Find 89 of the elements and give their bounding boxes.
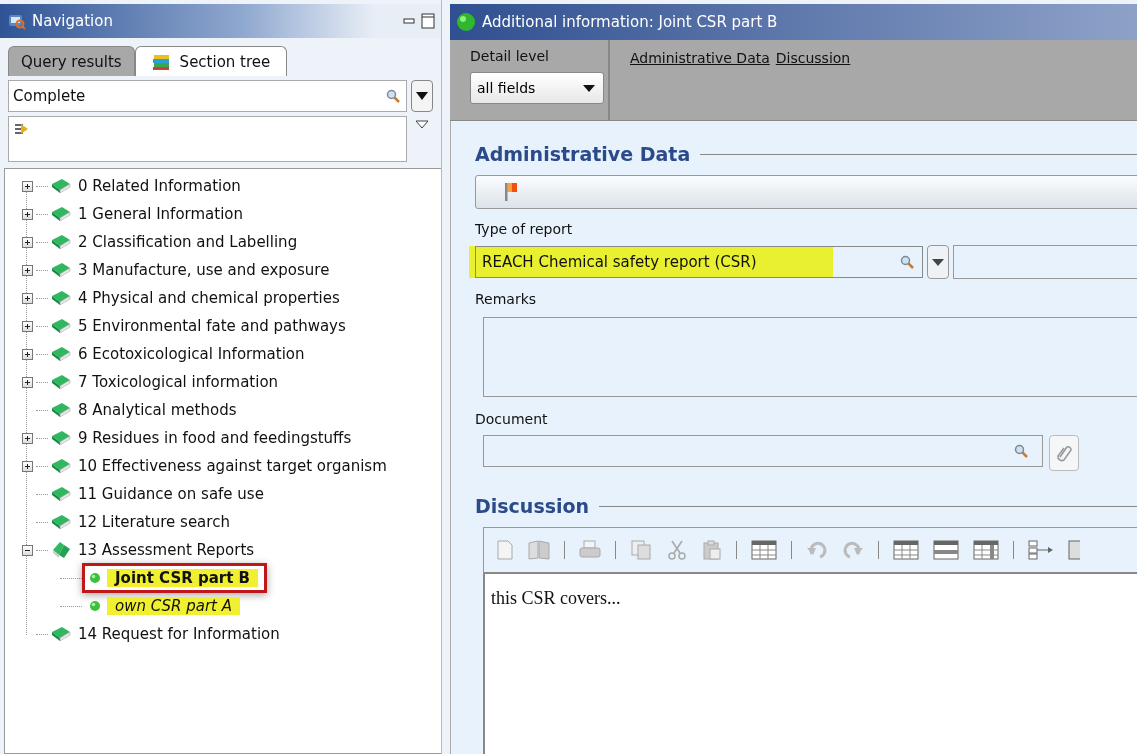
section-heading: Administrative Data [475,143,691,165]
expander-icon[interactable] [22,180,33,192]
text-field[interactable] [953,245,1137,279]
book-icon [50,345,72,363]
book-icon [50,317,72,335]
book-icon [50,625,72,643]
book-icon [50,401,72,419]
tree-item[interactable]: 2 Classification and Labelling [78,233,298,251]
section-heading: Discussion [475,495,590,517]
document-field[interactable] [483,435,1043,467]
expander-icon[interactable] [22,320,33,332]
book-icon [50,429,72,447]
tree-item[interactable]: 13 Assessment Reports [78,541,255,559]
table-column-icon[interactable] [973,540,999,560]
tree-item[interactable]: Joint CSR part B [82,563,268,593]
dropdown-arrow-icon[interactable] [415,120,429,129]
editor-text: this CSR covers... [491,588,621,608]
flag-icon [504,182,518,202]
book-icon [50,233,72,251]
table-icon[interactable] [893,540,919,560]
search-icon [900,255,914,269]
tree-item[interactable]: own CSR part A [82,591,249,621]
tree-item[interactable]: 12 Literature search [78,513,230,531]
caret-icon [932,258,944,266]
remarks-field[interactable] [483,317,1137,397]
tree-item[interactable]: 3 Manufacture, use and exposure [78,261,330,279]
tab[interactable]: Section tree [134,46,288,76]
section-link[interactable]: Administrative Data [630,50,770,66]
expander-icon[interactable] [22,376,33,388]
attach-button[interactable] [1049,435,1079,471]
tree-item[interactable]: 10 Effectiveness against target organism [78,457,387,475]
tree-item[interactable]: 8 Analytical methods [78,401,237,419]
expander-icon[interactable] [22,432,33,444]
field-label: Remarks [475,291,537,307]
tree-item[interactable]: 5 Environmental fate and pathways [78,317,346,335]
tree-item[interactable]: 14 Request for Information [78,625,280,643]
expander-icon[interactable] [22,460,33,472]
book-icon [50,485,72,503]
field-label: Type of report [475,221,573,237]
detail-level-select[interactable]: all fields [470,72,604,104]
book-icon [50,289,72,307]
book-icon [50,261,72,279]
caret-icon [416,92,428,100]
tree-item[interactable]: 9 Residues in food and feedingstuffs [78,429,352,447]
expander-icon[interactable] [22,208,33,220]
book-icon [50,205,72,223]
tab[interactable]: Query results [8,46,135,76]
editor-title: Additional information: Joint CSR part B [482,13,778,31]
expander-icon[interactable] [22,236,33,248]
filter-combo[interactable]: Complete [8,80,407,112]
status-dot-icon [89,572,101,584]
dropdown-button[interactable] [927,245,949,279]
search-icon [386,89,400,103]
tree-item[interactable]: 4 Physical and chemical properties [78,289,340,307]
tree-item[interactable]: 0 Related Information [78,177,241,195]
book-icon [50,513,72,531]
status-dot-icon [89,600,101,612]
tree-item[interactable]: 7 Toxicological information [78,373,279,391]
status-dot-icon [456,12,476,32]
book-icon [50,373,72,391]
table-icon[interactable] [751,540,777,560]
expander-icon[interactable] [22,292,33,304]
panel-title: Navigation [32,12,113,30]
section-link[interactable]: Discussion [775,50,851,66]
tree-structure-icon[interactable] [1028,540,1054,560]
search-icon [1014,444,1028,458]
navigation-icon [8,12,26,30]
tree-item[interactable]: 6 Ecotoxicological Information [78,345,305,363]
paperclip-icon [1056,443,1072,463]
open-book-icon [50,541,72,559]
table-row-icon[interactable] [933,540,959,560]
tree-item[interactable]: 1 General Information [78,205,244,223]
caret-icon [583,84,595,92]
maximize-icon[interactable] [421,13,435,29]
filter-field[interactable] [8,116,407,162]
book-icon [50,177,72,195]
text-editor[interactable]: this CSR covers... [483,574,1137,754]
book-icon [50,457,72,475]
dropdown-button[interactable] [411,80,433,112]
field-label: Document [475,411,548,427]
books-icon [151,52,172,71]
minimize-icon[interactable] [403,17,415,25]
flags-field[interactable] [475,175,1137,209]
tree-item[interactable]: 11 Guidance on safe use [78,485,264,503]
expander-icon[interactable] [22,348,33,360]
expander-icon[interactable] [22,264,33,276]
expander-icon[interactable] [22,544,33,556]
filter-icon [13,121,29,137]
detail-level-label: Detail level [470,48,550,64]
